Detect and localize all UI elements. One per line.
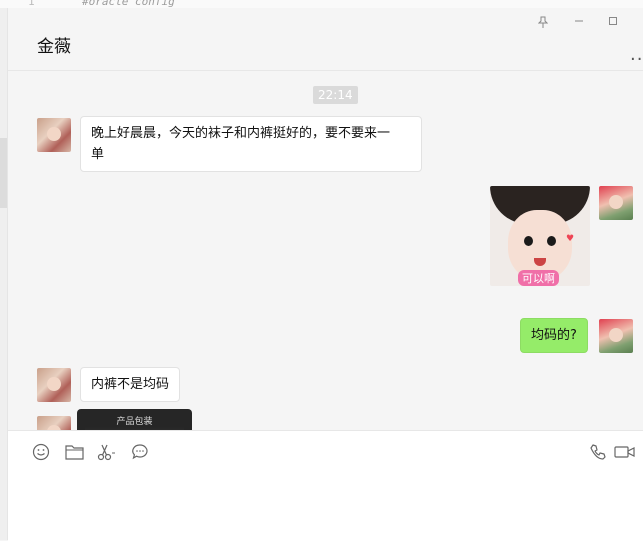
message-text: 内裤不是均码 <box>91 377 170 392</box>
message-list[interactable]: 22:14 晚上好晨晨，今天的袜子和内裤挺好的，要不要来一 单 ♥ 可以啊 均码… <box>8 71 643 430</box>
emoji-icon[interactable] <box>30 441 52 463</box>
code-line: #oracle config <box>82 0 175 8</box>
maximize-icon[interactable] <box>608 16 618 29</box>
video-icon[interactable] <box>614 441 636 463</box>
chat-header: 金薇 ... <box>8 8 643 71</box>
message-text: 晚上好晨晨，今天的袜子和内裤挺好的，要不要来一 <box>91 126 391 141</box>
message-bubble[interactable]: 晚上好晨晨，今天的袜子和内裤挺好的，要不要来一 单 <box>80 116 422 172</box>
line-number: 1 <box>28 0 35 8</box>
scissors-icon[interactable] <box>96 441 118 463</box>
contact-avatar[interactable] <box>37 416 71 430</box>
chat-history-icon[interactable] <box>129 441 151 463</box>
image-message[interactable]: 产品包装 <box>77 409 192 430</box>
my-message-bubble[interactable]: 均码的? <box>520 318 588 353</box>
message-text: 单 <box>91 147 105 162</box>
more-options-button[interactable]: ... <box>630 44 643 65</box>
phone-icon[interactable] <box>587 441 609 463</box>
message-composer[interactable] <box>8 430 643 541</box>
left-panel-edge <box>0 8 8 540</box>
sticker-image[interactable]: ♥ 可以啊 <box>490 186 590 286</box>
timestamp: 22:14 <box>313 86 358 104</box>
image-card-text: 产品包装 <box>116 417 153 427</box>
pin-icon[interactable] <box>537 16 549 31</box>
message-bubble[interactable]: 内裤不是均码 <box>80 367 181 402</box>
chat-window: 金薇 ... 22:14 晚上好晨晨，今天的袜子和内裤挺好的，要不要来一 单 ♥ <box>8 8 643 541</box>
chat-title: 金薇 <box>37 37 71 57</box>
message-text: 均码的? <box>531 328 577 343</box>
my-avatar[interactable] <box>599 319 633 353</box>
folder-icon[interactable] <box>63 441 85 463</box>
sticker-caption: 可以啊 <box>518 270 559 286</box>
minimize-icon[interactable] <box>574 16 584 29</box>
contact-avatar[interactable] <box>37 118 71 152</box>
my-avatar[interactable] <box>599 186 633 220</box>
contact-avatar[interactable] <box>37 368 71 402</box>
